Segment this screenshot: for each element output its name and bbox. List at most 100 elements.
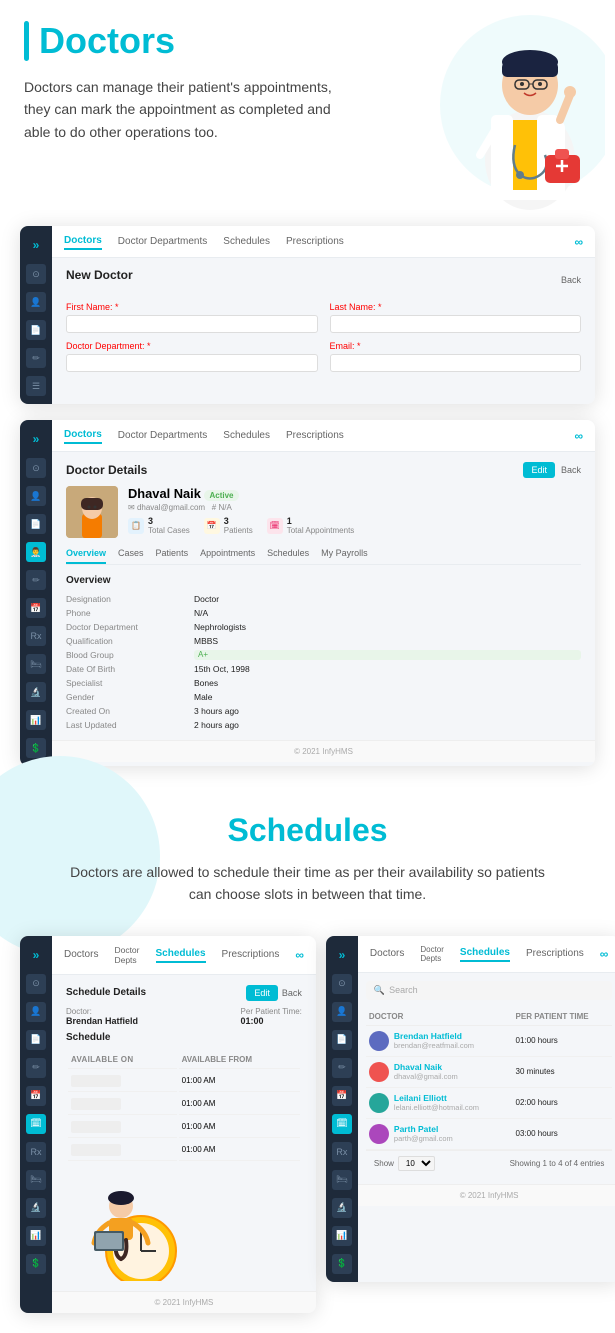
avail-from-time: 01:00 AM: [179, 1117, 300, 1138]
back-button-1[interactable]: Back: [561, 275, 581, 285]
last-name-input[interactable]: [330, 315, 582, 333]
sb3-icon9[interactable]: 🔬: [26, 1198, 46, 1218]
sidebar-icon-2-active[interactable]: 👨‍⚕️: [26, 542, 46, 562]
back-button-2[interactable]: Back: [561, 462, 581, 478]
sidebar-expand-icon-2[interactable]: »: [33, 428, 40, 450]
sidebar-icon-2-rx[interactable]: Rx: [26, 626, 46, 646]
app-sidebar-3: » ⊙ 👤 📄 ✏ 📅 🗓 Rx 🛏 🔬 📊 💲: [20, 936, 52, 1313]
nav-tab-3-rx[interactable]: Prescriptions: [222, 947, 280, 962]
nav-tab-doctors[interactable]: Doctors: [64, 233, 102, 250]
nav-tab-2-schedules[interactable]: Schedules: [223, 428, 270, 443]
sb4-icon9[interactable]: 🔬: [332, 1198, 352, 1218]
app-content-schedule: Schedule Details Edit Back Doctor: Brend…: [52, 975, 316, 1291]
sb4-icon2[interactable]: 👤: [332, 1002, 352, 1022]
sidebar-icon-2-money[interactable]: 💲: [26, 738, 46, 758]
nav-tab-2-depts[interactable]: Doctor Departments: [118, 428, 207, 443]
app-footer-3: © 2021 InfyHMS: [52, 1291, 316, 1313]
app-topnav-1: Doctors Doctor Departments Schedules Pre…: [52, 226, 595, 258]
dept-input[interactable]: [66, 354, 318, 372]
sidebar-icon-2-users[interactable]: 👤: [26, 486, 46, 506]
nav-tab-3-schedules[interactable]: Schedules: [156, 946, 206, 963]
col-time: PER PATIENT TIME: [513, 1008, 613, 1026]
sb3-icon1[interactable]: ⊙: [26, 974, 46, 994]
sidebar-expand-3[interactable]: »: [33, 944, 40, 966]
sb4-icon1[interactable]: ⊙: [332, 974, 352, 994]
nav-tab-depts[interactable]: Doctor Departments: [118, 234, 207, 249]
sub-tab-appointments[interactable]: Appointments: [200, 548, 255, 564]
sb4-icon10[interactable]: 📊: [332, 1226, 352, 1246]
overview-key: Blood Group: [66, 650, 186, 660]
sb3-icon10[interactable]: 📊: [26, 1226, 46, 1246]
sb3-icon2[interactable]: 👤: [26, 1002, 46, 1022]
sched-back-btn[interactable]: Back: [282, 985, 302, 1001]
nav-tab-2-doctors[interactable]: Doctors: [64, 427, 102, 444]
sb3-icon4[interactable]: ✏: [26, 1058, 46, 1078]
sb4-icon8[interactable]: 🛏: [332, 1170, 352, 1190]
patients-icon: 📅: [204, 518, 220, 534]
email-input[interactable]: [330, 354, 582, 372]
app-footer-2: © 2021 InfyHMS: [52, 740, 595, 762]
sidebar-icon-2-lab[interactable]: 🔬: [26, 682, 46, 702]
sub-tab-patients[interactable]: Patients: [156, 548, 189, 564]
doctor-label: Doctor:: [66, 1007, 138, 1016]
doctor-email: ✉ dhaval@gmail.com # N/A: [128, 503, 354, 512]
sub-tab-schedules[interactable]: Schedules: [267, 548, 309, 564]
nav-tab-prescriptions[interactable]: Prescriptions: [286, 234, 344, 249]
sidebar-icon-2-docs[interactable]: 📄: [26, 514, 46, 534]
nav-tab-4-depts[interactable]: Doctor Depts: [420, 943, 444, 965]
sb4-icon5[interactable]: 📅: [332, 1086, 352, 1106]
sb3-icon8[interactable]: 🛏: [26, 1170, 46, 1190]
nav-tab-4-rx[interactable]: Prescriptions: [526, 946, 584, 961]
sidebar-icon-2-bed[interactable]: 🛏: [26, 654, 46, 674]
sidebar-icon-2-report[interactable]: 📊: [26, 710, 46, 730]
edit-button[interactable]: Edit: [523, 462, 555, 478]
nav-tab-schedules[interactable]: Schedules: [223, 234, 270, 249]
doctor-name: Dhaval Naik Active: [128, 486, 354, 501]
email-label: Email: *: [330, 341, 582, 351]
doctor-profile: Dhaval Naik Active ✉ dhaval@gmail.com # …: [66, 486, 581, 538]
sub-tab-payrolls[interactable]: My Payrolls: [321, 548, 368, 564]
sb3-icon5[interactable]: 📅: [26, 1086, 46, 1106]
form-row-2: Doctor Department: * Email: *: [66, 341, 581, 372]
sidebar-icon-docs[interactable]: 📄: [26, 320, 46, 340]
sub-tab-overview[interactable]: Overview: [66, 548, 106, 564]
sidebar-icon-2-dash[interactable]: ⊙: [26, 458, 46, 478]
sidebar-icon-users[interactable]: 👤: [26, 292, 46, 312]
sub-tab-cases[interactable]: Cases: [118, 548, 144, 564]
sidebar-icon-list[interactable]: ☰: [26, 376, 46, 396]
nav-tab-2-prescriptions[interactable]: Prescriptions: [286, 428, 344, 443]
sb4-icon7[interactable]: Rx: [332, 1142, 352, 1162]
app-main-2: Doctors Doctor Departments Schedules Pre…: [52, 420, 595, 766]
doctor-name-cell: Dhaval Naik: [394, 1062, 458, 1072]
doctor-cell: Parth Patel parth@gmail.com: [366, 1118, 513, 1149]
sb3-icon11[interactable]: 💲: [26, 1254, 46, 1274]
schedule-subtitle: Schedule: [66, 1032, 302, 1043]
sidebar-icon-2-calendar[interactable]: 📅: [26, 598, 46, 618]
sb3-icon7[interactable]: Rx: [26, 1142, 46, 1162]
overview-key: Phone: [66, 608, 186, 618]
sidebar-icon-2-edit[interactable]: ✏: [26, 570, 46, 590]
sb4-icon4[interactable]: ✏: [332, 1058, 352, 1078]
sb3-icon3[interactable]: 📄: [26, 1030, 46, 1050]
app-footer-4: © 2021 InfyHMS: [358, 1184, 615, 1206]
sidebar-icon-edit[interactable]: ✏: [26, 348, 46, 368]
last-name-label: Last Name: *: [330, 302, 582, 312]
sidebar-icon-dashboard[interactable]: ⊙: [26, 264, 46, 284]
section-description: Doctors can manage their patient's appoi…: [24, 76, 334, 143]
sb4-icon3[interactable]: 📄: [332, 1030, 352, 1050]
sched-edit-btn[interactable]: Edit: [246, 985, 278, 1001]
appointments-label: Total Appointments: [287, 526, 355, 535]
nav-tab-3-depts[interactable]: Doctor Depts: [114, 943, 139, 967]
sidebar-expand-4[interactable]: »: [339, 944, 346, 966]
nav-tab-4-schedules[interactable]: Schedules: [460, 945, 510, 962]
table-row: Leilani Elliott lelani.elliott@hotmail.c…: [366, 1087, 612, 1118]
nav-tab-4-doctors[interactable]: Doctors: [370, 946, 404, 961]
sb3-icon6[interactable]: 🗓: [26, 1114, 46, 1134]
nav-tab-3-doctors[interactable]: Doctors: [64, 947, 98, 962]
sidebar-expand-icon[interactable]: »: [33, 234, 40, 256]
first-name-input[interactable]: [66, 315, 318, 333]
search-bar[interactable]: 🔍 Search: [366, 981, 612, 1000]
sb4-icon6[interactable]: 🗓: [332, 1114, 352, 1134]
sb4-icon11[interactable]: 💲: [332, 1254, 352, 1274]
show-select[interactable]: 10: [398, 1156, 435, 1171]
